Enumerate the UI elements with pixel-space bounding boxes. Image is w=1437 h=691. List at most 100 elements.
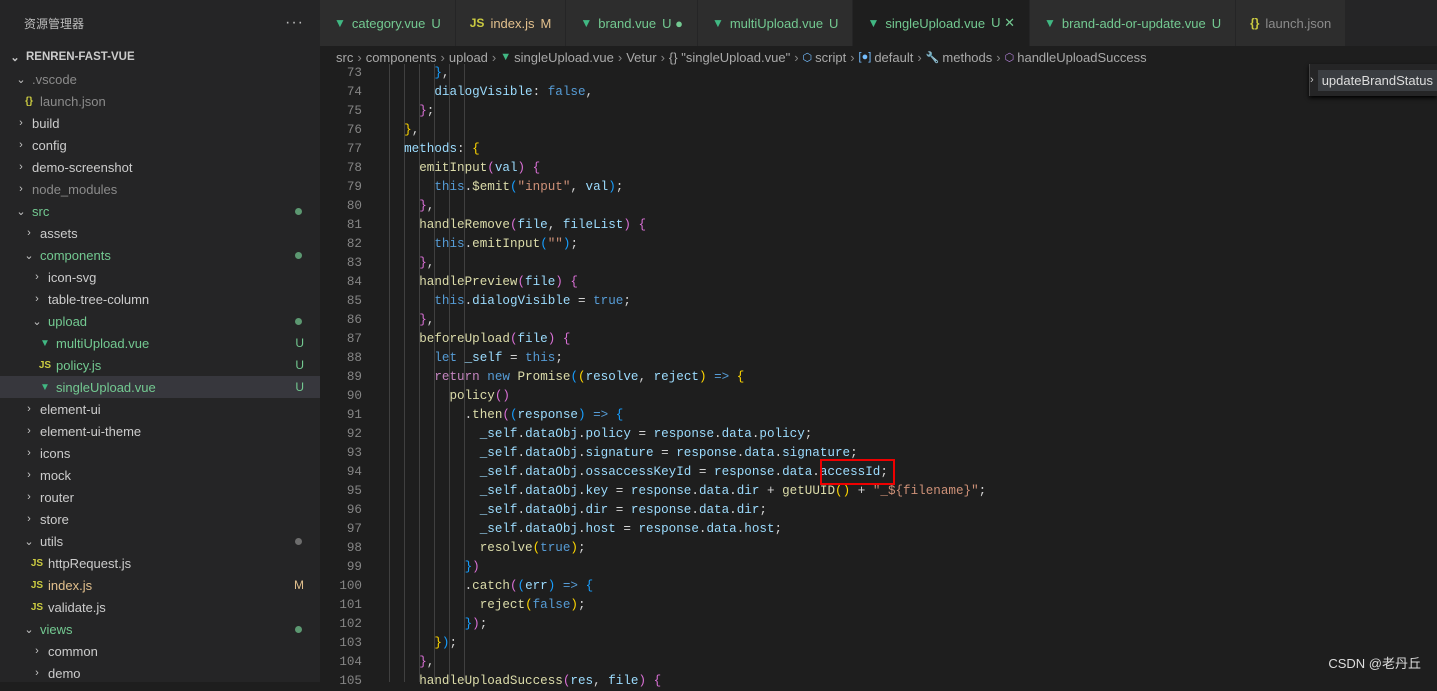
tab-badge: U ● — [662, 15, 683, 31]
tree-item[interactable]: › icons — [0, 442, 320, 464]
code-line[interactable]: 73 }, — [320, 64, 1437, 83]
breadcrumb-item[interactable]: ⬡ handleUploadSuccess — [1005, 50, 1147, 65]
chevron-right-icon: › — [19, 161, 23, 173]
code-line[interactable]: 75 }; — [320, 102, 1437, 121]
code-line[interactable]: 99 }) — [320, 558, 1437, 577]
code-token: { — [585, 579, 594, 593]
tab-category-vue[interactable]: ▼ category.vue U — [320, 0, 456, 46]
code-line[interactable]: 89 return new Promise((resolve, reject) … — [320, 368, 1437, 387]
code-line[interactable]: 82 this.emitInput(""); — [320, 235, 1437, 254]
code-line[interactable]: 90 policy() — [320, 387, 1437, 406]
tree-item[interactable]: {} launch.json — [0, 90, 320, 112]
line-number: 101 — [339, 598, 362, 612]
tree-item[interactable]: ▼ multiUpload.vue U — [0, 332, 320, 354]
line-number: 73 — [346, 66, 362, 80]
tree-item[interactable]: › build — [0, 112, 320, 134]
tree-item[interactable]: JS index.js M — [0, 574, 320, 596]
tree-item[interactable]: ⌄ .vscode — [0, 68, 320, 90]
breadcrumb-item[interactable]: src — [336, 50, 353, 65]
tree-item[interactable]: › store — [0, 508, 320, 530]
tree-item[interactable]: › node_modules — [0, 178, 320, 200]
code-line[interactable]: 93 _self.dataObj.signature = response.da… — [320, 444, 1437, 463]
code-token: dir — [585, 503, 609, 517]
code-line[interactable]: 84 handlePreview(file) { — [320, 273, 1437, 292]
tree-item[interactable]: ⌄ src — [0, 200, 320, 222]
tree-item[interactable]: ▼ singleUpload.vue U — [0, 376, 320, 398]
breadcrumb-item[interactable]: ⬡ script — [803, 50, 847, 65]
tab-launch-json[interactable]: {} launch.json — [1236, 0, 1347, 46]
code-token: false — [547, 85, 586, 99]
code-token: , — [585, 85, 594, 99]
code-line[interactable]: 94 _self.dataObj.ossaccessKeyId = respon… — [320, 463, 1437, 482]
tree-item[interactable]: ⌄ upload — [0, 310, 320, 332]
code-line[interactable]: 81 handleRemove(file, fileList) { — [320, 216, 1437, 235]
breadcrumb-item[interactable]: Vetur — [626, 50, 656, 65]
line-number: 88 — [346, 351, 362, 365]
tree-item[interactable]: JS policy.js U — [0, 354, 320, 376]
tab-brand-add-or-update-vue[interactable]: ▼ brand-add-or-update.vue U — [1029, 0, 1237, 46]
tree-item[interactable]: › mock — [0, 464, 320, 486]
code-line[interactable]: 103 }); — [320, 634, 1437, 653]
tree-item[interactable]: › demo-screenshot — [0, 156, 320, 178]
code-line[interactable]: 95 _self.dataObj.key = response.data.dir… — [320, 482, 1437, 501]
code-line[interactable]: 77 methods: { — [320, 140, 1437, 159]
tree-item[interactable]: › element-ui-theme — [0, 420, 320, 442]
tree-item[interactable]: › assets — [0, 222, 320, 244]
tree-item[interactable]: JS validate.js — [0, 596, 320, 618]
breadcrumb-item[interactable]: {} "singleUpload.vue" — [669, 50, 790, 65]
code-token: . — [691, 503, 699, 517]
code-line[interactable]: 104 }, — [320, 653, 1437, 672]
code-line[interactable]: 80 }, — [320, 197, 1437, 216]
code-editor[interactable]: 73 }, 74 dialogVisible: false, 75 }; 76 }, 7… — [320, 64, 1437, 688]
breadcrumb-item[interactable]: ▼ singleUpload.vue — [500, 50, 614, 65]
breadcrumb-item[interactable]: [●] default — [859, 50, 914, 65]
tree-item[interactable]: ⌄ utils — [0, 530, 320, 552]
workspace-root[interactable]: ⌄ RENREN-FAST-VUE — [0, 46, 320, 68]
code-line[interactable]: 83 }, — [320, 254, 1437, 273]
code-line[interactable]: 85 this.dialogVisible = true; — [320, 292, 1437, 311]
code-line[interactable]: 98 resolve(true); — [320, 539, 1437, 558]
chevron-down-icon: ⌄ — [24, 249, 34, 262]
tab-badge[interactable]: U ✕ — [991, 15, 1015, 31]
tab-brand-vue[interactable]: ▼ brand.vue U ● — [566, 0, 698, 46]
tree-item[interactable]: › table-tree-column — [0, 288, 320, 310]
breadcrumb-item[interactable]: 🔧 methods — [926, 50, 993, 65]
code-line[interactable]: 91 .then((response) => { — [320, 406, 1437, 425]
outline-sticky[interactable]: › updateBrandStatus — [1309, 64, 1437, 96]
code-text: _self.dataObj.dir = response.data.dir; — [389, 501, 767, 520]
code-line[interactable]: 88 let _self = this; — [320, 349, 1437, 368]
code-line[interactable]: 76 }, — [320, 121, 1437, 140]
code-line[interactable]: 74 dialogVisible: false, — [320, 83, 1437, 102]
code-line[interactable]: 86 }, — [320, 311, 1437, 330]
tree-item[interactable]: ⌄ views — [0, 618, 320, 640]
tree-item[interactable]: › router — [0, 486, 320, 508]
code-line[interactable]: 96 _self.dataObj.dir = response.data.dir… — [320, 501, 1437, 520]
code-line[interactable]: 78 emitInput(val) { — [320, 159, 1437, 178]
code-token: ; — [759, 503, 767, 517]
code-line[interactable]: 102 }); — [320, 615, 1437, 634]
tree-item[interactable]: › config — [0, 134, 320, 156]
tree-item[interactable]: JS httpRequest.js — [0, 552, 320, 574]
tab-multiUpload-vue[interactable]: ▼ multiUpload.vue U — [697, 0, 854, 46]
outline-label: updateBrandStatus — [1317, 69, 1437, 91]
more-actions-icon[interactable]: ··· — [285, 14, 304, 32]
code-token: : — [457, 142, 473, 156]
code-line[interactable]: 87 beforeUpload(file) { — [320, 330, 1437, 349]
code-line[interactable]: 92 _self.dataObj.policy = response.data.… — [320, 425, 1437, 444]
tree-item[interactable]: › element-ui — [0, 398, 320, 420]
code-line[interactable]: 79 this.$emit("input", val); — [320, 178, 1437, 197]
breadcrumb-item[interactable]: components — [366, 50, 437, 65]
tree-item[interactable]: ⌄ components — [0, 244, 320, 266]
tab-singleUpload-vue[interactable]: ▼ singleUpload.vue U ✕ — [853, 0, 1030, 46]
code-line[interactable]: 97 _self.dataObj.host = response.data.ho… — [320, 520, 1437, 539]
code-line[interactable]: 100 .catch((err) => { — [320, 577, 1437, 596]
tab-index-js[interactable]: JS index.js M — [455, 0, 567, 46]
tree-item[interactable]: › demo — [0, 662, 320, 684]
code-text: handleRemove(file, fileList) { — [389, 216, 646, 235]
tree-item[interactable]: › common — [0, 640, 320, 662]
code-token: ( — [517, 579, 526, 593]
breadcrumb-item[interactable]: upload — [449, 50, 488, 65]
code-line[interactable]: 101 reject(false); — [320, 596, 1437, 615]
tree-item[interactable]: › icon-svg — [0, 266, 320, 288]
